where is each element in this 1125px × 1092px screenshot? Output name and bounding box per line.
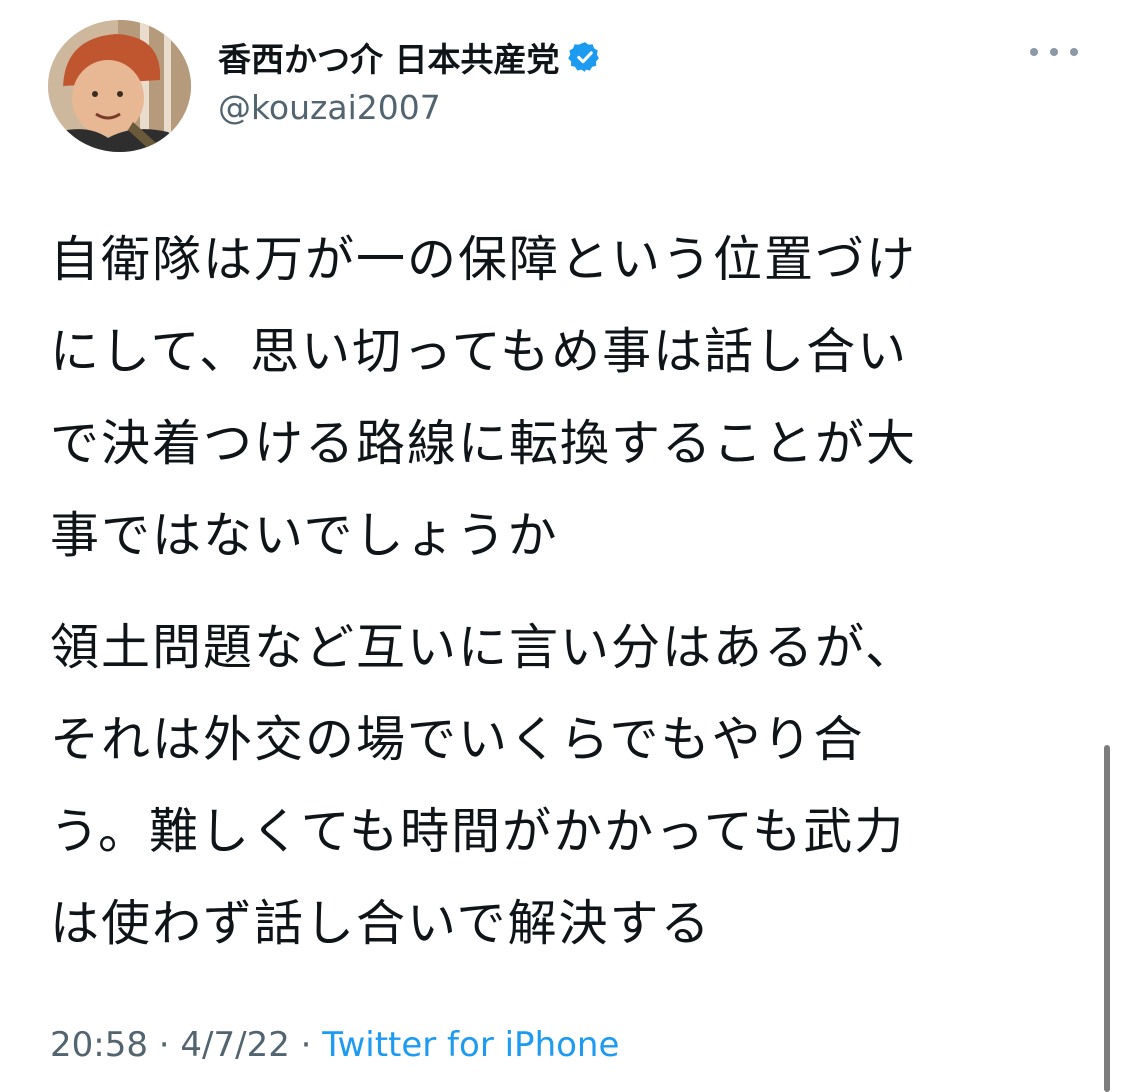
tweet-paragraph-1: 自衛隊は万が一の保障という位置づけ にして、思い切ってもめ事は話し合い で決着つ… bbox=[50, 214, 1060, 582]
tweet-line: は使わず話し合いで解決する bbox=[50, 895, 712, 952]
author-info: 香西かつ介 日本共産党 @kouzai2007 bbox=[218, 34, 602, 127]
more-dot bbox=[1030, 48, 1038, 56]
verified-badge-icon bbox=[567, 40, 602, 74]
tweet-paragraph-2: 領土問題など互いに言い分はあるが、 それは外交の場でいくらでもやり合 う。難しく… bbox=[50, 602, 1060, 970]
tweet-source-link[interactable]: Twitter for iPhone bbox=[322, 1025, 619, 1065]
tweet-header: 香西かつ介 日本共産党 @kouzai2007 bbox=[48, 20, 1078, 155]
display-name-row: 香西かつ介 日本共産党 bbox=[218, 34, 602, 80]
more-options-icon[interactable] bbox=[1030, 42, 1078, 62]
meta-separator: · bbox=[158, 1025, 170, 1065]
author-handle[interactable]: @kouzai2007 bbox=[218, 88, 602, 127]
tweet-line: 領土問題など互いに言い分はあるが、 bbox=[50, 619, 917, 676]
tweet-line: 事ではないでしょうか bbox=[50, 507, 559, 564]
tweet-line: で決着つける路線に転換することが大 bbox=[50, 415, 918, 472]
tweet-line: 自衛隊は万が一の保障という位置づけ bbox=[50, 231, 918, 288]
tweet-metadata: 20:58 · 4/7/22 · Twitter for iPhone bbox=[50, 1025, 619, 1065]
avatar[interactable] bbox=[48, 20, 191, 152]
tweet-time[interactable]: 20:58 bbox=[50, 1025, 148, 1065]
display-name[interactable]: 香西かつ介 日本共産党 bbox=[218, 33, 560, 81]
tweet-line: う。難しくても時間がかかっても武力 bbox=[50, 803, 906, 860]
tweet-text: 自衛隊は万が一の保障という位置づけ にして、思い切ってもめ事は話し合い で決着つ… bbox=[50, 214, 1060, 970]
tweet-line: それは外交の場でいくらでもやり合 bbox=[50, 711, 865, 768]
meta-separator: · bbox=[300, 1025, 312, 1065]
avatar-image bbox=[48, 20, 191, 152]
scrollbar[interactable] bbox=[1104, 745, 1110, 1092]
more-dot bbox=[1050, 48, 1058, 56]
tweet-line: にして、思い切ってもめ事は話し合い bbox=[50, 323, 909, 380]
more-dot bbox=[1070, 48, 1078, 56]
tweet-date[interactable]: 4/7/22 bbox=[180, 1025, 289, 1065]
